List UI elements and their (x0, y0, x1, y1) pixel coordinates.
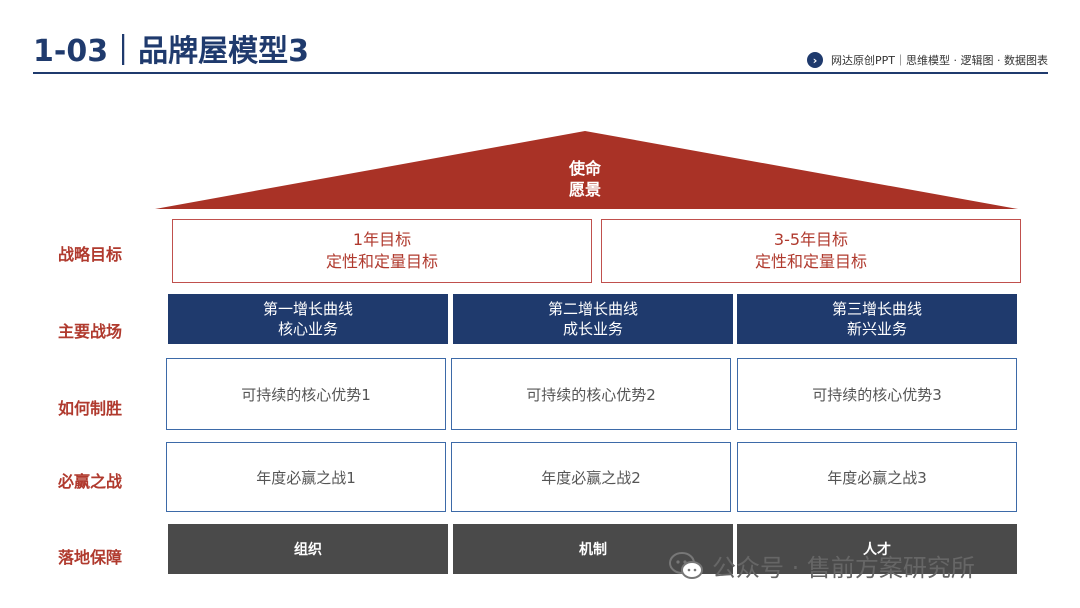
goal-box-1: 1年目标 定性和定量目标 (172, 219, 592, 283)
field-box-3-line1: 第三增长曲线 (831, 300, 922, 318)
row-label-battles: 必赢之战 (58, 472, 123, 491)
wechat-icon (669, 551, 703, 579)
roof-label: 使命 愿景 (480, 158, 690, 200)
field-box-1-line1: 第一增长曲线 (262, 300, 353, 318)
support-box-1: 组织 (168, 524, 448, 574)
how-box-2-text: 可持续的核心优势2 (526, 385, 656, 404)
how-box-3-text: 可持续的核心优势3 (812, 385, 942, 404)
how-box-2: 可持续的核心优势2 (451, 358, 731, 430)
how-box-1: 可持续的核心优势1 (166, 358, 446, 430)
how-box-1-text: 可持续的核心优势1 (241, 385, 371, 404)
field-box-3: 第三增长曲线 新兴业务 (737, 294, 1017, 344)
support-box-2-text: 机制 (579, 542, 607, 558)
battle-box-1-text: 年度必赢之战1 (256, 468, 356, 487)
battle-box-1: 年度必赢之战1 (166, 442, 446, 512)
field-box-2-line2: 成长业务 (562, 320, 623, 338)
watermark: 公众号 · 售前方案研究所 (668, 548, 975, 583)
row-label-fields: 主要战场 (58, 322, 123, 341)
how-box-3: 可持续的核心优势3 (737, 358, 1017, 430)
support-box-1-text: 组织 (294, 542, 322, 558)
goal-box-2: 3-5年目标 定性和定量目标 (601, 219, 1021, 283)
row-label-goals: 战略目标 (58, 245, 123, 264)
field-box-2: 第二增长曲线 成长业务 (453, 294, 733, 344)
field-box-3-line2: 新兴业务 (846, 320, 907, 338)
field-box-1: 第一增长曲线 核心业务 (168, 294, 448, 344)
watermark-text: 公众号 · 售前方案研究所 (712, 554, 975, 582)
goal-box-2-line2: 定性和定量目标 (754, 252, 867, 271)
field-box-1-line2: 核心业务 (277, 320, 338, 338)
goal-box-2-line1: 3-5年目标 (773, 230, 849, 249)
field-box-2-line1: 第二增长曲线 (547, 300, 638, 318)
row-label-support: 落地保障 (58, 548, 123, 567)
battle-box-3-text: 年度必赢之战3 (827, 468, 927, 487)
roof-line-vision: 愿景 (568, 180, 601, 199)
roof-line-mission: 使命 (568, 159, 601, 178)
battle-box-3: 年度必赢之战3 (737, 442, 1017, 512)
goal-box-1-line1: 1年目标 (352, 230, 412, 249)
battle-box-2-text: 年度必赢之战2 (541, 468, 641, 487)
goal-box-1-line2: 定性和定量目标 (325, 252, 438, 271)
battle-box-2: 年度必赢之战2 (451, 442, 731, 512)
row-label-how: 如何制胜 (58, 399, 123, 418)
